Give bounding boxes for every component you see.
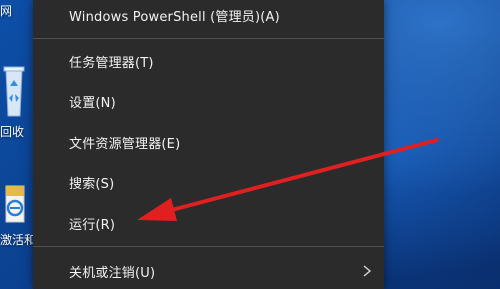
desktop-icon-recycle-bin[interactable]: 回收: [0, 62, 28, 139]
menu-item-file-explorer[interactable]: 文件资源管理器(E): [33, 127, 384, 157]
menu-item-powershell-admin-label: Windows PowerShell (管理员)(A): [69, 9, 280, 25]
desktop-icon-network-label: 网: [0, 4, 13, 18]
menu-item-shutdown-signout[interactable]: 关机或注销(U): [33, 256, 384, 286]
desktop-icon-network[interactable]: 网: [0, 4, 28, 18]
menu-separator: [33, 246, 384, 247]
menu-item-settings[interactable]: 设置(N): [33, 86, 384, 116]
desktop-icon-recycle-bin-label: 回收: [0, 125, 25, 139]
menu-item-powershell-admin[interactable]: Windows PowerShell (管理员)(A): [33, 0, 384, 30]
menu-item-settings-label: 设置(N): [69, 95, 116, 111]
menu-item-task-manager[interactable]: 任务管理器(T): [33, 46, 384, 76]
chevron-right-icon: [363, 265, 372, 277]
menu-item-search[interactable]: 搜索(S): [33, 167, 384, 197]
menu-item-shutdown-signout-label: 关机或注销(U): [69, 265, 156, 281]
menu-item-run-label: 运行(R): [69, 217, 116, 233]
menu-separator: [33, 38, 384, 39]
menu-item-run[interactable]: 运行(R): [33, 208, 384, 238]
menu-item-file-explorer-label: 文件资源管理器(E): [69, 136, 181, 152]
menu-item-task-manager-label: 任务管理器(T): [69, 55, 154, 71]
desktop-icon-internet-explorer[interactable]: 激活和: [0, 182, 37, 247]
winx-context-menu: Windows PowerShell (管理员)(A) 任务管理器(T) 设置(…: [33, 0, 384, 289]
recycle-bin-icon: [3, 66, 25, 117]
desktop-icon-internet-explorer-label: 激活和: [0, 233, 37, 247]
internet-explorer-icon: [5, 185, 25, 223]
menu-item-search-label: 搜索(S): [69, 176, 115, 192]
